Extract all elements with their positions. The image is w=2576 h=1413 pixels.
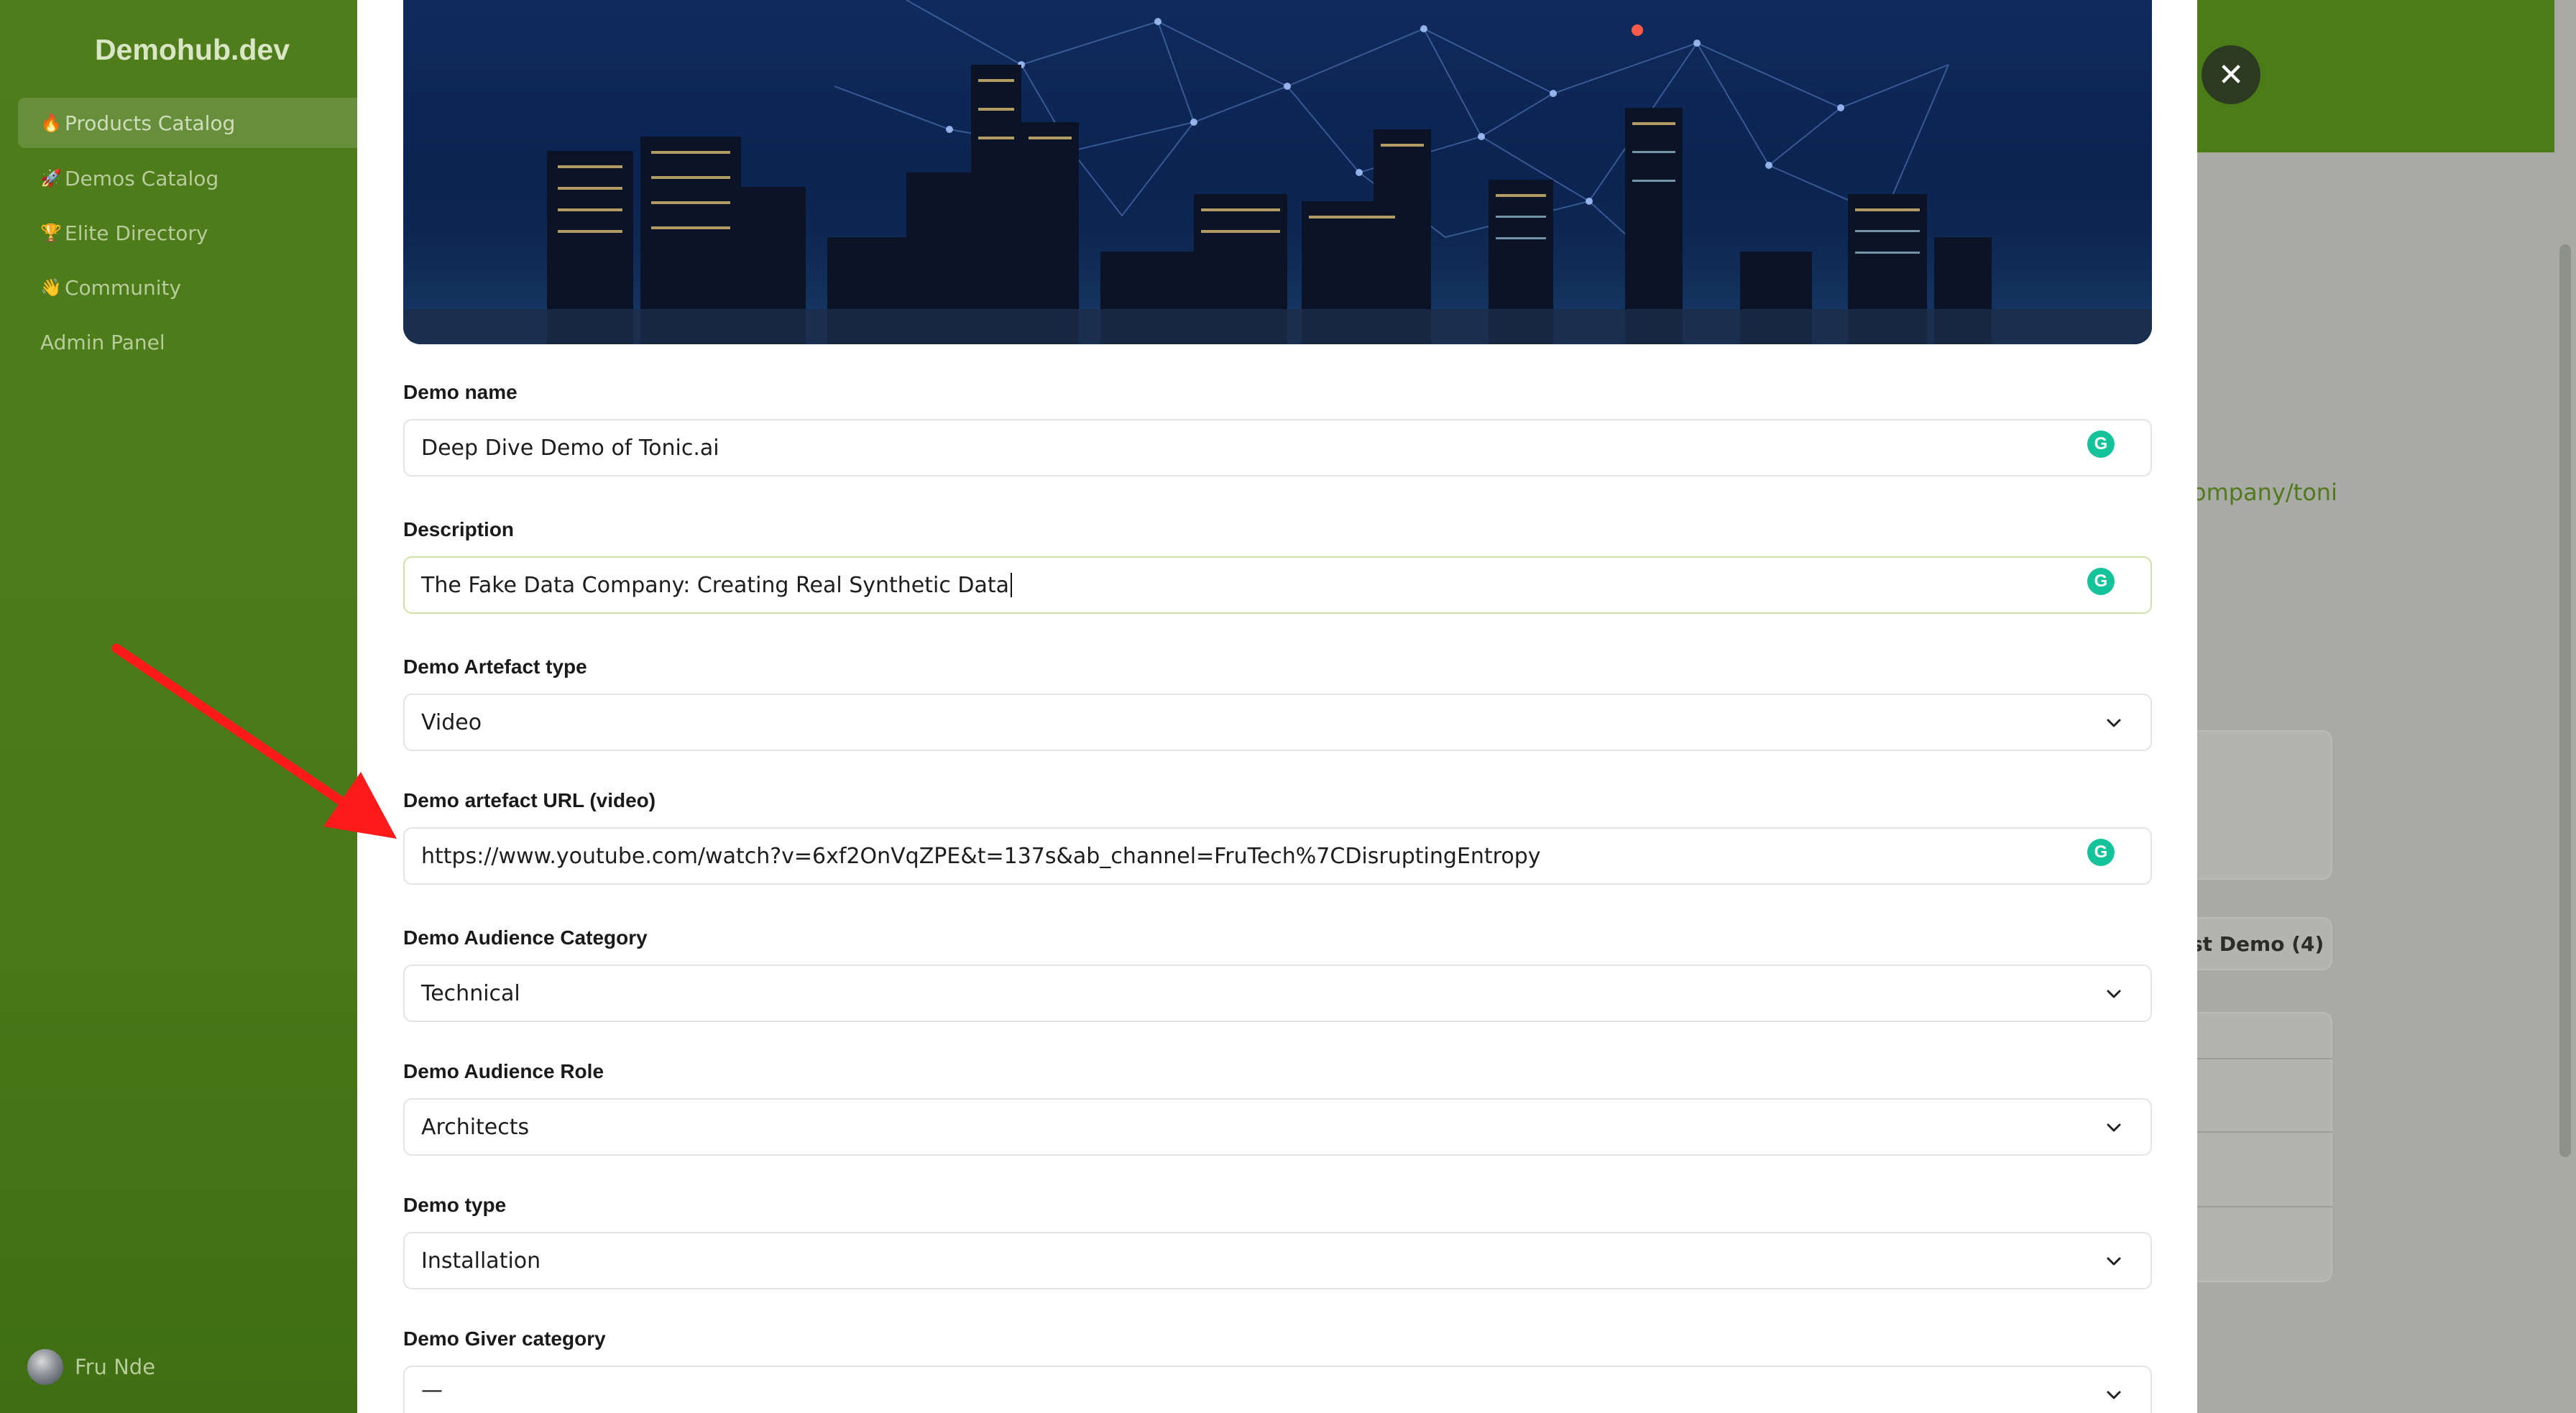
close-icon: ✕ [2217, 56, 2245, 93]
artefact-type-select[interactable]: Video [403, 694, 2152, 751]
fire-icon: 🔥 [40, 113, 62, 133]
scrollbar-thumb[interactable] [2559, 244, 2571, 1157]
sidebar-item-label: Elite Directory [65, 221, 208, 245]
chevron-down-icon [2107, 1257, 2121, 1266]
background-link: ompany/toni [2192, 479, 2337, 506]
audience-category-value: Technical [421, 980, 520, 1006]
giver-category-value: — [421, 1377, 443, 1403]
demo-name-input[interactable]: Deep Dive Demo of Tonic.ai G [403, 419, 2152, 477]
demo-type-label: Demo type [403, 1194, 507, 1216]
description-value: The Fake Data Company: Creating Real Syn… [421, 572, 1010, 598]
sidebar-item-label: Products Catalog [65, 111, 236, 135]
wave-icon: 👋 [40, 277, 62, 298]
table-row-divider [2178, 1058, 2332, 1059]
demo-name-label: Demo name [403, 381, 518, 403]
demo-banner-image [403, 0, 2152, 344]
chevron-down-icon [2107, 1123, 2121, 1132]
background-button: st Demo (4) [2178, 917, 2332, 970]
user-profile[interactable]: Fru Nde [27, 1349, 155, 1385]
table-row-divider [2178, 1206, 2332, 1207]
background-card [2178, 730, 2332, 880]
demo-type-select[interactable]: Installation [403, 1232, 2152, 1289]
sidebar-item-demos-catalog[interactable]: 🚀 Demos Catalog [18, 153, 357, 203]
sidebar-item-label: Admin Panel [40, 330, 165, 354]
artefact-type-label: Demo Artefact type [403, 655, 587, 678]
artefact-url-label: Demo artefact URL (video) [403, 789, 656, 811]
brand-logo[interactable]: Demohub.dev [0, 33, 385, 67]
sidebar-item-products-catalog[interactable]: 🔥 Products Catalog [18, 98, 357, 148]
sidebar-item-admin-panel[interactable]: Admin Panel [18, 317, 357, 367]
audience-role-value: Architects [421, 1114, 530, 1140]
user-name: Fru Nde [75, 1355, 156, 1379]
grammarly-icon[interactable]: G [2087, 568, 2115, 595]
trophy-icon: 🏆 [40, 223, 62, 243]
rocket-icon: 🚀 [40, 168, 62, 188]
description-label: Description [403, 518, 515, 540]
artefact-url-input[interactable]: https://www.youtube.com/watch?v=6xf2OnVq… [403, 827, 2152, 885]
audience-category-select[interactable]: Technical [403, 965, 2152, 1022]
sidebar-item-elite-directory[interactable]: 🏆 Elite Directory [18, 208, 357, 258]
table-row-divider [2178, 1131, 2332, 1133]
giver-category-select[interactable]: — [403, 1366, 2152, 1413]
demo-name-value: Deep Dive Demo of Tonic.ai [421, 435, 719, 461]
grammarly-icon[interactable]: G [2087, 839, 2115, 866]
text-cursor [1011, 573, 1013, 597]
description-input[interactable]: The Fake Data Company: Creating Real Syn… [403, 556, 2152, 614]
artefact-url-value: https://www.youtube.com/watch?v=6xf2OnVq… [421, 843, 1541, 869]
close-button[interactable]: ✕ [2202, 45, 2260, 104]
sidebar-item-label: Demos Catalog [65, 166, 219, 190]
chevron-down-icon [2107, 719, 2121, 727]
chevron-down-icon [2107, 1391, 2121, 1399]
city-skyline-image [403, 0, 2152, 344]
annotation-arrow-icon [111, 643, 397, 839]
artefact-type-value: Video [421, 709, 482, 735]
giver-category-label: Demo Giver category [403, 1327, 606, 1350]
avatar [27, 1349, 63, 1385]
demo-type-value: Installation [421, 1248, 541, 1274]
audience-category-label: Demo Audience Category [403, 926, 648, 949]
sidebar-item-label: Community [65, 275, 182, 300]
chevron-down-icon [2107, 990, 2121, 998]
grammarly-icon[interactable]: G [2087, 431, 2115, 458]
background-table [2178, 1012, 2332, 1282]
sidebar-item-community[interactable]: 👋 Community [18, 262, 357, 313]
audience-role-select[interactable]: Architects [403, 1098, 2152, 1156]
audience-role-label: Demo Audience Role [403, 1060, 604, 1082]
